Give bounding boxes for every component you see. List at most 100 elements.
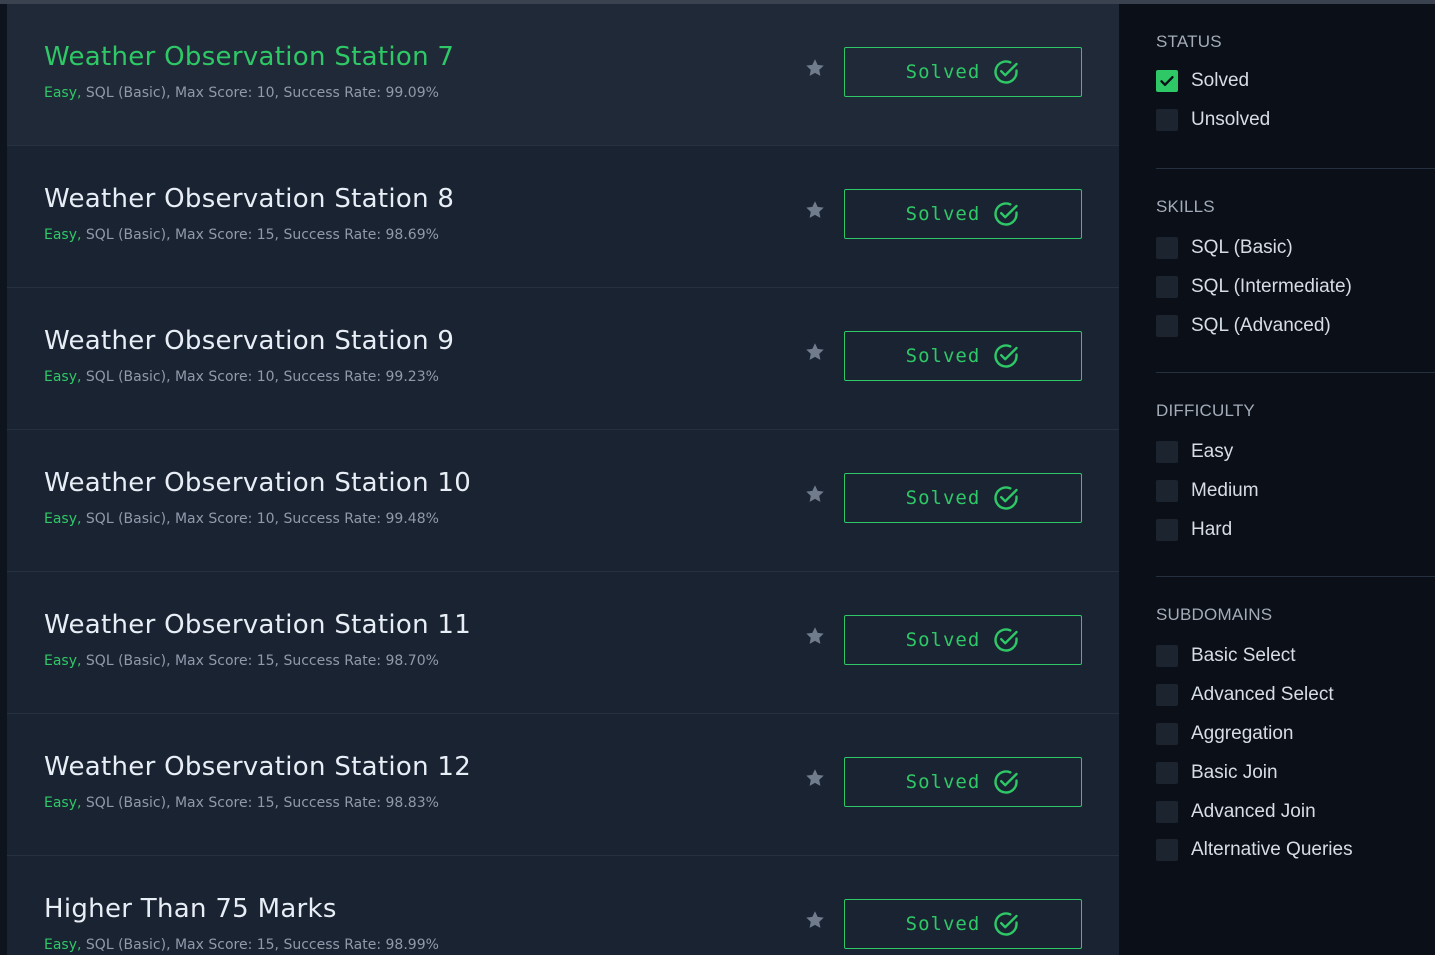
filter-label: SQL (Basic) xyxy=(1191,237,1293,259)
solved-button[interactable]: Solved xyxy=(844,615,1082,665)
challenge-meta: Easy, SQL (Basic), Max Score: 15, Succes… xyxy=(44,227,439,243)
checkbox[interactable] xyxy=(1156,684,1178,707)
filter-option-easy[interactable]: Easy xyxy=(1156,433,1435,472)
filter-label: Basic Select xyxy=(1191,645,1296,667)
filter-option-sql-advanced[interactable]: SQL (Advanced) xyxy=(1156,307,1435,346)
challenge-details: SQL (Basic), Max Score: 15, Success Rate… xyxy=(85,795,439,811)
divider xyxy=(1156,372,1435,373)
star-icon[interactable] xyxy=(804,57,826,79)
challenge-row[interactable]: Weather Observation Station 11 Easy, SQL… xyxy=(7,572,1119,714)
solved-button[interactable]: Solved xyxy=(844,899,1082,949)
check-circle-icon xyxy=(994,344,1019,368)
challenge-row[interactable]: Weather Observation Station 9 Easy, SQL … xyxy=(7,288,1119,430)
filter-option-basic-select[interactable]: Basic Select xyxy=(1156,637,1435,676)
challenge-row[interactable]: Weather Observation Station 8 Easy, SQL … xyxy=(7,146,1119,288)
challenge-row[interactable]: Weather Observation Station 7 Easy, SQL … xyxy=(7,4,1119,146)
challenge-row[interactable]: Weather Observation Station 12 Easy, SQL… xyxy=(7,714,1119,856)
filter-sidebar: STATUS Solved Unsolved SKILLS SQL (Basic… xyxy=(1119,4,1435,955)
solved-button[interactable]: Solved xyxy=(844,189,1082,239)
filter-option-sql-intermediate[interactable]: SQL (Intermediate) xyxy=(1156,268,1435,307)
challenge-title[interactable]: Higher Than 75 Marks xyxy=(44,894,337,924)
challenge-meta: Easy, SQL (Basic), Max Score: 15, Succes… xyxy=(44,653,439,669)
checkbox[interactable] xyxy=(1156,314,1178,337)
challenge-title[interactable]: Weather Observation Station 10 xyxy=(44,468,471,498)
filter-heading: DIFFICULTY xyxy=(1156,401,1255,420)
filter-label: Unsolved xyxy=(1191,109,1271,131)
checkbox[interactable] xyxy=(1156,518,1178,541)
filter-option-medium[interactable]: Medium xyxy=(1156,472,1435,511)
filter-label: Medium xyxy=(1191,480,1259,502)
challenge-meta: Easy, SQL (Basic), Max Score: 10, Succes… xyxy=(44,85,439,101)
checkbox[interactable] xyxy=(1156,800,1178,823)
difficulty-filter: DIFFICULTY Easy Medium Hard xyxy=(1156,399,1435,549)
solved-button[interactable]: Solved xyxy=(844,47,1082,97)
filter-label: Hard xyxy=(1191,518,1233,540)
check-circle-icon xyxy=(994,770,1019,794)
challenge-details: SQL (Basic), Max Score: 15, Success Rate… xyxy=(85,937,439,953)
checkmark-icon xyxy=(1160,76,1174,87)
star-icon[interactable] xyxy=(804,767,826,789)
difficulty-label: Easy, xyxy=(44,85,82,101)
checkbox[interactable] xyxy=(1156,722,1178,745)
solved-label: Solved xyxy=(905,203,981,225)
challenge-list: Weather Observation Station 7 Easy, SQL … xyxy=(7,4,1119,955)
checkbox[interactable] xyxy=(1156,839,1178,862)
filter-label: SQL (Advanced) xyxy=(1191,314,1331,336)
challenge-title[interactable]: Weather Observation Station 7 xyxy=(44,42,454,72)
solved-label: Solved xyxy=(905,61,981,83)
solved-button[interactable]: Solved xyxy=(844,757,1082,807)
star-icon[interactable] xyxy=(804,909,826,931)
filter-label: Alternative Queries xyxy=(1191,839,1353,861)
difficulty-label: Easy, xyxy=(44,653,82,669)
challenge-details: SQL (Basic), Max Score: 10, Success Rate… xyxy=(85,511,439,527)
check-circle-icon xyxy=(994,912,1019,936)
filter-option-solved[interactable]: Solved xyxy=(1156,62,1435,101)
star-icon[interactable] xyxy=(804,199,826,221)
status-filter: STATUS Solved Unsolved xyxy=(1156,30,1435,140)
checkbox[interactable] xyxy=(1156,276,1178,299)
filter-label: Aggregation xyxy=(1191,722,1294,744)
star-icon[interactable] xyxy=(804,341,826,363)
difficulty-label: Easy, xyxy=(44,937,82,953)
filter-option-unsolved[interactable]: Unsolved xyxy=(1156,101,1435,140)
divider xyxy=(1156,168,1435,169)
filter-label: Solved xyxy=(1191,70,1250,92)
challenge-title[interactable]: Weather Observation Station 11 xyxy=(44,610,471,640)
checkbox[interactable] xyxy=(1156,109,1178,132)
filter-option-sql-basic[interactable]: SQL (Basic) xyxy=(1156,229,1435,268)
solved-label: Solved xyxy=(905,345,981,367)
checkbox[interactable] xyxy=(1156,761,1178,784)
filter-option-alternative-queries[interactable]: Alternative Queries xyxy=(1156,831,1435,870)
filter-label: Advanced Select xyxy=(1191,684,1334,706)
skills-filter: SKILLS SQL (Basic) SQL (Intermediate) SQ… xyxy=(1156,195,1435,345)
filter-option-advanced-select[interactable]: Advanced Select xyxy=(1156,676,1435,715)
left-gutter xyxy=(0,4,7,955)
challenge-details: SQL (Basic), Max Score: 15, Success Rate… xyxy=(85,653,439,669)
challenge-title[interactable]: Weather Observation Station 12 xyxy=(44,752,471,782)
star-icon[interactable] xyxy=(804,483,826,505)
solved-label: Solved xyxy=(905,913,981,935)
check-circle-icon xyxy=(994,486,1019,510)
filter-label: Easy xyxy=(1191,441,1234,463)
challenge-title[interactable]: Weather Observation Station 9 xyxy=(44,326,454,356)
checkbox[interactable] xyxy=(1156,480,1178,503)
filter-label: Advanced Join xyxy=(1191,800,1316,822)
challenge-title[interactable]: Weather Observation Station 8 xyxy=(44,184,454,214)
challenge-row[interactable]: Higher Than 75 Marks Easy, SQL (Basic), … xyxy=(7,856,1119,955)
checkbox[interactable] xyxy=(1156,237,1178,260)
filter-label: Basic Join xyxy=(1191,761,1278,783)
solved-button[interactable]: Solved xyxy=(844,473,1082,523)
filter-label: SQL (Intermediate) xyxy=(1191,276,1352,298)
solved-button[interactable]: Solved xyxy=(844,331,1082,381)
filter-option-basic-join[interactable]: Basic Join xyxy=(1156,753,1435,792)
filter-option-aggregation[interactable]: Aggregation xyxy=(1156,715,1435,754)
checkbox[interactable] xyxy=(1156,645,1178,668)
challenge-row[interactable]: Weather Observation Station 10 Easy, SQL… xyxy=(7,430,1119,572)
filter-heading: SUBDOMAINS xyxy=(1156,605,1273,624)
filter-option-hard[interactable]: Hard xyxy=(1156,511,1435,550)
checkbox[interactable] xyxy=(1156,441,1178,464)
checkbox[interactable] xyxy=(1156,70,1178,93)
star-icon[interactable] xyxy=(804,625,826,647)
filter-option-advanced-join[interactable]: Advanced Join xyxy=(1156,792,1435,831)
check-circle-icon xyxy=(994,60,1019,84)
